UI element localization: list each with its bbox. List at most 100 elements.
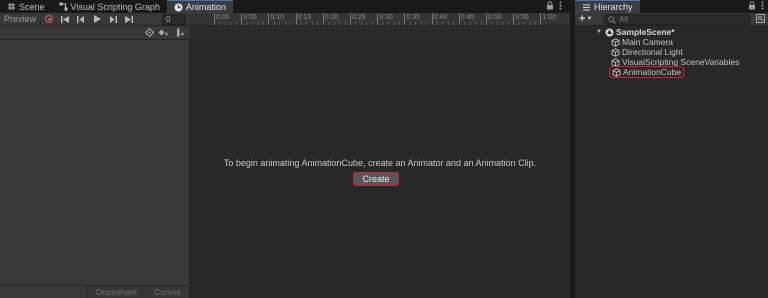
search-icon: [608, 15, 616, 24]
curves-button[interactable]: Curves: [145, 286, 189, 298]
ruler-minor-tick: [502, 22, 504, 25]
ruler-label: 0:10: [270, 14, 285, 21]
animation-clock-icon: [174, 3, 183, 12]
gameobject-cube-icon: [611, 47, 620, 57]
ruler-minor-tick: [224, 22, 226, 25]
ruler-minor-tick: [464, 22, 466, 25]
frame-input[interactable]: 0: [162, 14, 186, 25]
ruler-major-tick: [540, 13, 542, 25]
previous-key-button[interactable]: [73, 13, 89, 26]
ruler-major-tick: [322, 13, 324, 25]
ruler-major-tick: [377, 13, 379, 25]
ruler-label: 0:00: [216, 14, 230, 21]
property-list-panel: [0, 40, 190, 285]
ruler-label: 0:05: [243, 14, 257, 21]
ruler-label: 0:35: [406, 14, 421, 21]
first-key-button[interactable]: [57, 13, 73, 26]
ruler-minor-tick: [333, 22, 335, 25]
animation-subtoolbar: [0, 26, 190, 40]
ruler-minor-tick: [328, 22, 330, 25]
ruler-minor-tick: [442, 22, 444, 25]
tab-hierarchy-label: Hierarchy: [594, 2, 633, 12]
expand-arrow-icon[interactable]: ▼: [595, 29, 603, 35]
ruler-minor-tick: [409, 22, 411, 25]
ruler-minor-tick: [262, 22, 264, 25]
ruler-major-tick: [350, 13, 351, 25]
tab-hierarchy[interactable]: Hierarchy: [575, 0, 640, 13]
hierarchy-item-label: Main Camera: [622, 37, 674, 47]
hierarchy-search-input[interactable]: All: [603, 14, 751, 25]
scene-name: SampleScene*: [616, 27, 675, 37]
hash-icon: [7, 2, 16, 11]
last-key-button[interactable]: [121, 13, 137, 26]
play-button[interactable]: [89, 13, 105, 26]
create-button[interactable]: Create: [353, 172, 399, 186]
timeline-ruler[interactable]: 0:00 0:05 0:10 0:15 0:20 0:25 0:30 0:35 0:40 0:45…: [190, 13, 570, 26]
add-keyframe-icon[interactable]: [158, 28, 168, 38]
lock-icon[interactable]: [546, 1, 554, 12]
lock-icon[interactable]: [748, 1, 756, 12]
ruler-minor-tick: [279, 22, 281, 25]
record-icon: [45, 15, 54, 23]
ruler-minor-tick: [219, 22, 221, 25]
hierarchy-window: + ▼ All ▼ SampleScene* Main Camera Direc…: [575, 13, 768, 298]
ruler-minor-tick: [235, 22, 237, 25]
kebab-menu-icon[interactable]: [761, 1, 764, 12]
hierarchy-item-label: AnimationCube: [623, 67, 682, 77]
ruler-minor-tick: [284, 22, 286, 25]
ruler-major-tick: [486, 13, 487, 25]
list-icon: [582, 3, 591, 12]
ruler-minor-tick: [475, 22, 477, 25]
ruler-minor-tick: [398, 22, 400, 25]
ruler-minor-tick: [491, 22, 493, 25]
tab-visual-scripting-label: Visual Scripting Graph: [70, 1, 160, 12]
ruler-minor-tick: [469, 22, 471, 25]
kebab-menu-icon[interactable]: [559, 1, 562, 12]
right-tab-strip: Hierarchy: [575, 0, 768, 13]
ruler-major-tick: [513, 13, 515, 25]
ruler-minor-tick: [496, 22, 498, 25]
ruler-minor-tick: [317, 22, 319, 25]
diamond-filter-icon[interactable]: [144, 27, 154, 38]
hierarchy-item-directional-light[interactable]: Directional Light: [611, 47, 683, 57]
ruler-minor-tick: [382, 22, 384, 25]
gameobject-cube-icon: [612, 67, 621, 77]
ruler-minor-tick: [344, 22, 346, 25]
step-forward-icon: [110, 15, 118, 23]
step-back-icon: [77, 15, 85, 23]
preview-button[interactable]: Preview: [0, 12, 42, 26]
ruler-minor-tick: [447, 22, 449, 25]
dopesheet-button[interactable]: Dopesheet: [86, 286, 146, 298]
ruler-minor-tick: [252, 22, 254, 25]
ruler-label: 0:45: [460, 14, 475, 21]
search-options-icon[interactable]: [755, 14, 765, 24]
ruler-minor-tick: [230, 22, 232, 25]
ruler-minor-tick: [415, 22, 417, 25]
tab-visual-scripting-graph[interactable]: Visual Scripting Graph: [52, 0, 167, 13]
tab-animation[interactable]: Animation: [166, 0, 233, 13]
plus-icon: +: [579, 13, 586, 25]
ruler-minor-tick: [388, 22, 390, 25]
ruler-major-tick: [241, 13, 243, 25]
tab-scene[interactable]: Scene: [0, 0, 52, 13]
view-mode-bar: Dopesheet Curves: [0, 285, 190, 298]
ruler-minor-tick: [306, 22, 308, 25]
no-animator-message: To begin animating AnimationCube, create…: [223, 158, 537, 168]
ruler-minor-tick: [371, 22, 373, 25]
ruler-minor-tick: [339, 22, 341, 25]
ruler-minor-tick: [437, 22, 439, 25]
add-object-button[interactable]: + ▼: [575, 13, 596, 26]
ruler-minor-tick: [426, 22, 428, 25]
left-tab-strip: Scene Visual Scripting Graph Animation: [0, 0, 570, 13]
record-button[interactable]: [41, 13, 57, 26]
ruler-major-tick: [458, 13, 460, 25]
hierarchy-item-main-camera[interactable]: Main Camera: [611, 37, 673, 47]
next-key-button[interactable]: [105, 13, 121, 26]
scene-row[interactable]: ▼ SampleScene*: [595, 27, 675, 37]
tab-scene-label: Scene: [19, 1, 45, 12]
ruler-minor-tick: [524, 22, 526, 25]
search-placeholder: All: [619, 15, 628, 24]
hierarchy-item-animationcube[interactable]: AnimationCube: [609, 66, 685, 78]
add-event-icon[interactable]: [175, 28, 185, 38]
right-window-tools: [748, 1, 764, 12]
